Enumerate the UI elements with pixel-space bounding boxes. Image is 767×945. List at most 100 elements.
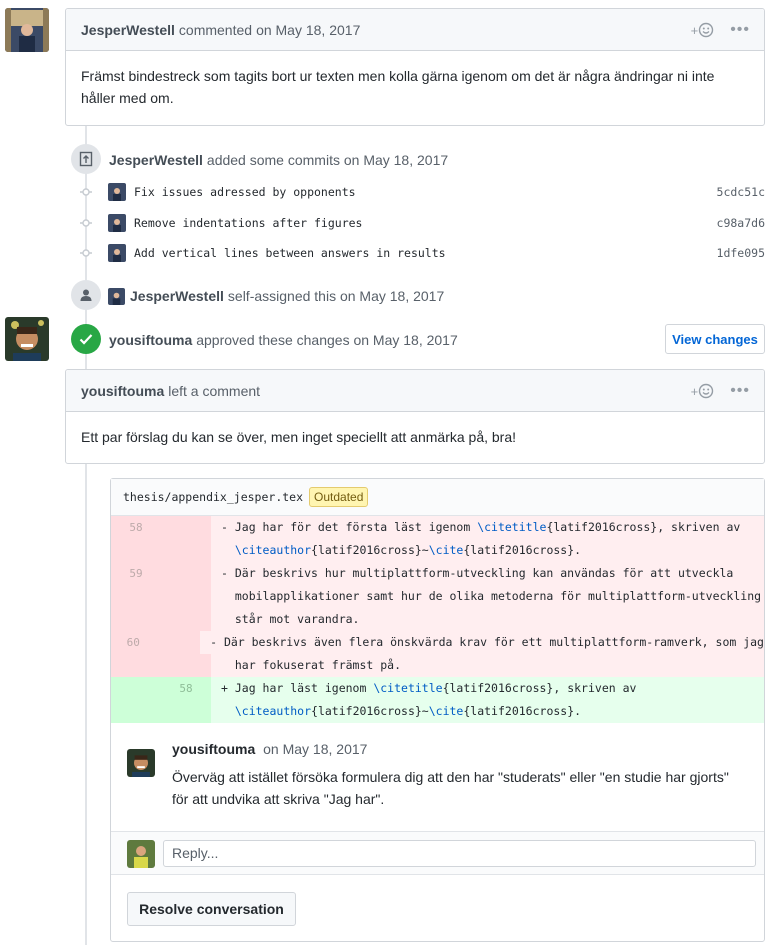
diff-code: - Där beskrivs även flera önskvärda krav… [200,631,764,654]
commit-message[interactable]: Remove indentations after figures [134,216,362,230]
current-user-avatar [127,840,155,868]
commit-row: Add vertical lines between answers in re… [80,241,765,265]
old-line-number[interactable]: 59 [111,562,161,585]
code-text: har fokuserat främst på. [221,658,402,672]
comment-header: JesperWestell commented on May 18, 2017 … [66,9,764,51]
new-line-number[interactable] [161,700,211,723]
diff-deletion-line: står mot varandra. [111,608,764,631]
check-icon [71,324,101,354]
old-line-number[interactable] [111,608,161,631]
git-commit-icon [80,186,92,198]
diff-code: mobilapplikationer samt hur de olika met… [211,585,764,608]
repo-push-icon [71,144,101,174]
git-commit-icon [80,217,92,229]
comment-author[interactable]: yousiftouma [81,383,164,399]
event-text: self-assigned this on May 18, 2017 [227,288,445,304]
code-command: \cite [428,704,464,718]
new-line-number[interactable]: 58 [161,677,211,700]
commit-sha[interactable]: c98a7d6 [717,216,765,230]
diff-deletion-line: 59 - Där beskrivs hur multiplattform-utve… [111,562,764,585]
event-avatar[interactable] [108,287,125,305]
code-command: \citetitle [477,520,547,534]
new-line-number[interactable] [161,654,211,677]
commit-message[interactable]: Fix issues adressed by opponents [134,185,356,199]
approved-event: yousiftouma approved these changes on Ma… [109,330,458,350]
code-text: - Jag har för det första läst igenom [221,520,478,534]
new-line-number[interactable] [161,539,211,562]
commit-avatar[interactable] [108,244,126,262]
comment-action: commented [178,21,253,38]
commit-avatar[interactable] [108,183,126,201]
new-line-number[interactable] [161,516,211,539]
diff-code: \citeauthor{latif2016cross}~\cite{latif2… [211,539,764,562]
comment-jesperwestell: JesperWestell commented on May 18, 2017 … [65,8,765,126]
event-text: approved these changes on May 18, 2017 [196,332,458,348]
old-line-number[interactable] [111,539,161,562]
diff-deletion-line: mobilapplikationer samt hur de olika met… [111,585,764,608]
new-line-number[interactable] [161,562,211,585]
comment-author[interactable]: yousiftouma [172,741,255,757]
comment-date[interactable]: on May 18, 2017 [263,741,367,757]
commit-avatar[interactable] [108,214,126,232]
comment-author[interactable]: JesperWestell [81,22,175,38]
kebab-horizontal-icon[interactable]: ••• [730,21,750,39]
self-assigned-event: JesperWestell self-assigned this on May … [108,286,444,306]
new-line-number[interactable] [161,585,211,608]
smiley-plus-icon[interactable]: + [691,22,715,38]
kebab-horizontal-icon[interactable]: ••• [730,382,750,400]
avatar-yousiftouma[interactable] [5,317,49,361]
resolve-conversation-button[interactable]: Resolve conversation [127,892,296,926]
comment-body: Ett par förslag du kan se över, men inge… [81,429,517,445]
diff-deletion-line: 58 - Jag har för det första läst igenom \… [111,516,764,539]
file-path[interactable]: thesis/appendix_jesper.tex [123,490,303,504]
review-thread-file: thesis/appendix_jesper.tex Outdated 58 - … [110,478,765,942]
avatar-yousiftouma[interactable] [127,749,155,777]
diff-code: står mot varandra. [211,608,764,631]
commit-message[interactable]: Add vertical lines between answers in re… [134,246,446,260]
comment-body: Överväg att istället försöka formulera d… [172,769,729,807]
diff-code: har fokuserat främst på. [211,654,764,677]
new-line-number[interactable] [161,608,211,631]
comment-action: left a comment [168,382,261,399]
comment-date[interactable]: on May 18, 2017 [256,22,360,38]
old-line-number[interactable] [111,654,161,677]
code-text: {latif2016cross}~ [311,704,429,718]
code-command: \citeauthor [234,704,312,718]
old-line-number[interactable] [111,700,161,723]
commit-sha[interactable]: 5cdc51c [717,185,765,199]
diff-code: \citeauthor{latif2016cross}~\cite{latif2… [211,700,764,723]
commit-sha[interactable]: 1dfe095 [717,246,765,260]
event-author[interactable]: JesperWestell [109,152,203,168]
avatar-jesperwestell[interactable] [5,8,49,52]
old-line-number[interactable]: 58 [111,516,161,539]
old-line-number[interactable]: 60 [111,631,156,654]
code-command: \citeauthor [234,543,312,557]
code-text: - Där beskrivs även flera önskvärda krav… [210,635,764,649]
inline-comment-header: yousiftouma on May 18, 2017 [172,741,367,757]
person-icon [71,280,101,310]
diff-code: + Jag har läst igenom \citetitle{latif20… [211,677,764,700]
smiley-plus-icon[interactable]: + [691,383,715,399]
diff-deletion-line: \citeauthor{latif2016cross}~\cite{latif2… [111,539,764,562]
diff-table: 58 - Jag har för det första läst igenom \… [111,516,764,723]
diff-code: - Jag har för det första läst igenom \ci… [211,516,764,539]
commits-event: JesperWestell added some commits on May … [109,150,448,170]
code-text: {latif2016cross}, skriven av [546,520,741,534]
diff-addition-line: 58 + Jag har läst igenom \citetitle{latif… [111,677,764,700]
code-text: {latif2016cross}~ [311,543,429,557]
view-changes-button[interactable]: View changes [665,324,765,354]
event-author[interactable]: JesperWestell [130,288,224,304]
event-text: added some commits on May 18, 2017 [206,152,449,168]
file-header: thesis/appendix_jesper.tex Outdated [111,479,764,516]
diff-deletion-line: 60 - Där beskrivs även flera önskvärda kr… [111,631,764,654]
comment-header: yousiftouma left a comment + ••• [66,370,764,412]
new-line-number[interactable] [155,631,201,654]
diff-deletion-line: har fokuserat främst på. [111,654,764,677]
reply-input[interactable]: Reply... [163,840,756,867]
old-line-number[interactable] [111,585,161,608]
old-line-number[interactable] [111,677,161,700]
code-text: + Jag har läst igenom [221,681,374,695]
event-author[interactable]: yousiftouma [109,332,192,348]
